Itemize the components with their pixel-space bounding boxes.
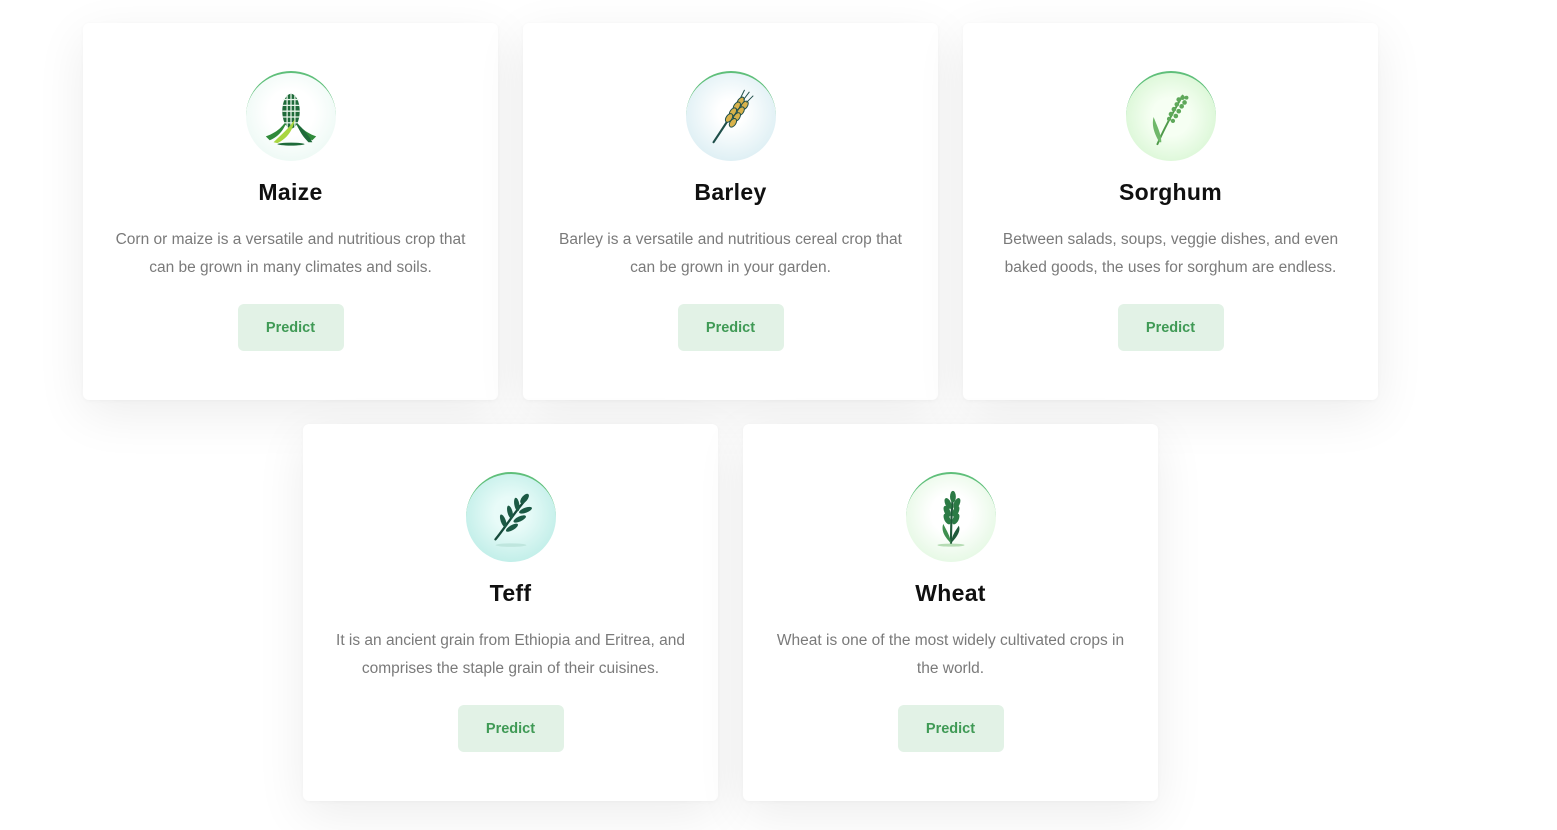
predict-button-teff[interactable]: Predict	[457, 705, 564, 752]
corn-icon	[245, 71, 336, 161]
barley-icon	[685, 71, 776, 161]
crop-description: Barley is a versatile and nutritious cer…	[559, 231, 902, 276]
crop-card-wheat: Wheat Wheat is one of the most widely cu…	[743, 424, 1158, 801]
predict-button-wheat[interactable]: Predict	[897, 705, 1004, 752]
crop-card-teff: Teff It is an ancient grain from Ethiopi…	[303, 424, 718, 801]
crop-title: Maize	[258, 179, 323, 205]
teff-icon	[465, 472, 556, 562]
crop-cards-page: Maize Corn or maize is a versatile and n…	[0, 0, 1557, 830]
crop-description: Corn or maize is a versatile and nutriti…	[115, 231, 466, 276]
crop-title: Barley	[694, 179, 767, 205]
crop-description: It is an ancient grain from Ethiopia and…	[336, 632, 685, 677]
crop-card-barley: Barley Barley is a versatile and nutriti…	[523, 23, 938, 400]
crop-card-sorghum: Sorghum Between salads, soups, veggie di…	[963, 23, 1378, 400]
predict-button-maize[interactable]: Predict	[237, 304, 344, 351]
crop-description: Between salads, soups, veggie dishes, an…	[1002, 231, 1339, 276]
predict-button-sorghum[interactable]: Predict	[1117, 304, 1224, 351]
sorghum-icon	[1125, 71, 1216, 161]
wheat-icon	[905, 472, 996, 562]
crop-card-maize: Maize Corn or maize is a versatile and n…	[83, 23, 498, 400]
crop-title: Sorghum	[1118, 179, 1223, 205]
crop-description: Wheat is one of the most widely cultivat…	[776, 632, 1125, 677]
predict-button-barley[interactable]: Predict	[677, 304, 784, 351]
crop-title: Wheat	[915, 580, 986, 606]
crop-title: Teff	[489, 580, 532, 606]
